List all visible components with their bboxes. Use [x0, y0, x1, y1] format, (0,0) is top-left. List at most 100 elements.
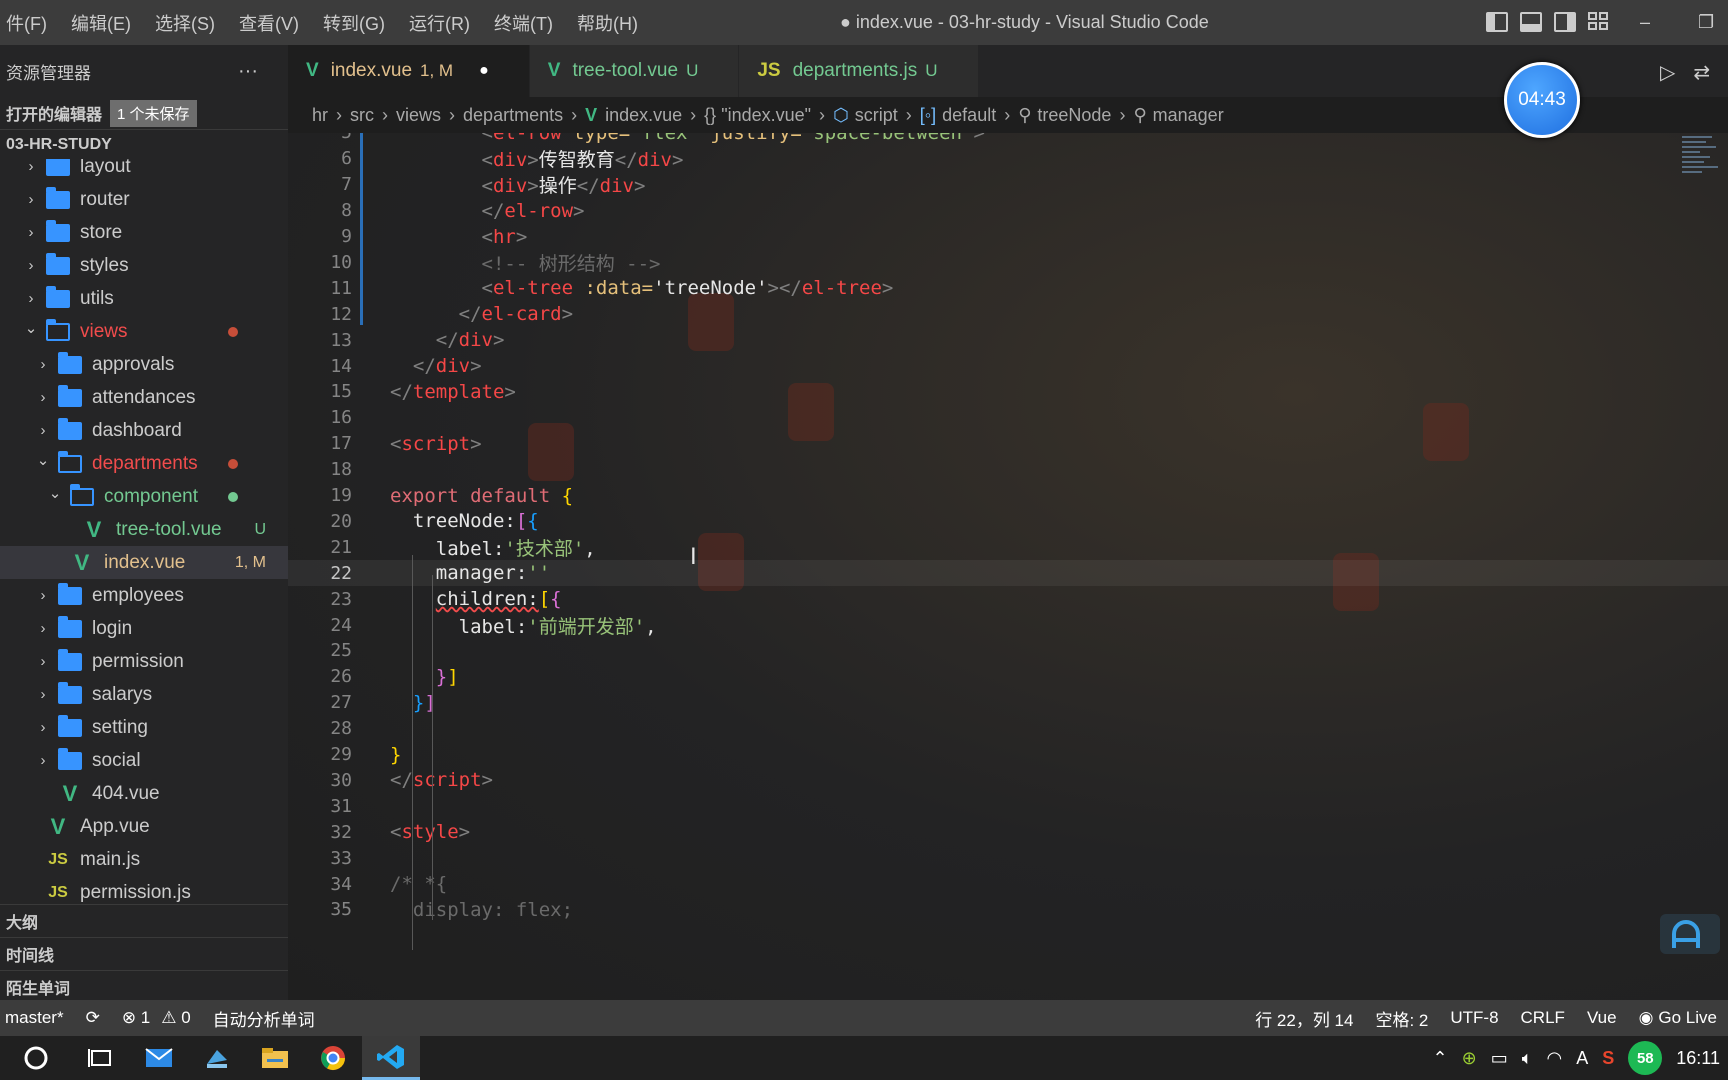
tree-item[interactable]: Vindex.vue 1, M [0, 546, 288, 579]
menu-item[interactable]: 编辑(E) [59, 10, 143, 36]
menu-item[interactable]: 帮助(H) [565, 10, 650, 36]
tree-item[interactable]: › attendances [0, 381, 288, 414]
code-token: , [645, 615, 657, 638]
accessibility-float-icon[interactable] [1660, 910, 1720, 956]
open-editors-section[interactable]: 打开的编辑器 1 个未保存 [0, 97, 288, 129]
battery-icon[interactable]: ▭ [1491, 1048, 1508, 1069]
tree-item[interactable]: › router [0, 183, 288, 216]
app-icon[interactable] [188, 1036, 246, 1080]
cursor-position[interactable]: 行 22，列 14 [1244, 1006, 1364, 1031]
code-editor[interactable]: 5 <el-row type='flex' justify='space-bet… [288, 133, 1728, 1000]
tree-item[interactable]: › dashboard [0, 414, 288, 447]
tree-item[interactable]: › utils [0, 282, 288, 315]
tree-item[interactable]: › permission [0, 645, 288, 678]
editor-tab[interactable]: JS departments.js U [739, 45, 979, 97]
menu-item[interactable]: 查看(V) [227, 10, 311, 36]
tree-item[interactable]: JS main.js [0, 843, 288, 876]
branch-status[interactable]: master* [0, 1008, 75, 1028]
code-line: 20 treeNode:[{ [288, 509, 1728, 535]
editor-tab[interactable]: Vtree-tool.vue U [529, 45, 740, 97]
sync-icon[interactable]: ⟳ [75, 1008, 111, 1028]
chevron-up-icon[interactable]: ⌃ [1433, 1048, 1448, 1069]
tree-item[interactable]: ⌄ views [0, 315, 288, 348]
vocab-section[interactable]: 陌生单词 [0, 970, 288, 1000]
plus-circle-icon[interactable]: ⊕ [1462, 1048, 1477, 1069]
search-circle-icon[interactable] [0, 1036, 72, 1080]
breadcrumb-item[interactable]: [◦] default [920, 105, 996, 126]
clock[interactable]: 16:11 [1676, 1048, 1720, 1069]
vscode-icon[interactable] [362, 1036, 420, 1080]
run-icon[interactable]: ▷ [1660, 60, 1675, 85]
restore-button[interactable]: ❐ [1698, 12, 1714, 33]
tree-item[interactable]: › store [0, 216, 288, 249]
wifi-icon[interactable]: ◠ [1547, 1048, 1563, 1069]
breadcrumb-label: views [396, 104, 442, 125]
ime-indicator[interactable]: A [1576, 1048, 1588, 1069]
menu-item[interactable]: 运行(R) [397, 10, 482, 36]
toggle-panel-icon[interactable] [1520, 12, 1542, 32]
line-ending[interactable]: CRLF [1510, 1008, 1576, 1028]
toggle-primary-sidebar-icon[interactable] [1486, 12, 1508, 32]
toggle-secondary-sidebar-icon[interactable] [1554, 12, 1576, 32]
breadcrumb-item[interactable]: Vindex.vue [585, 105, 682, 126]
tree-item[interactable]: Vtree-tool.vue U [0, 513, 288, 546]
outline-section[interactable]: 大纲 [0, 904, 288, 937]
tree-item[interactable]: › approvals [0, 348, 288, 381]
code-token: </ [458, 303, 482, 326]
customize-layout-icon[interactable] [1588, 12, 1610, 32]
tree-item[interactable]: › salarys [0, 678, 288, 711]
timer-bubble[interactable]: 04:43 [1504, 62, 1580, 138]
tree-item[interactable]: JS permission.js [0, 876, 288, 904]
breadcrumb-item[interactable]: hr [312, 105, 328, 126]
breadcrumb-item[interactable]: ⬡ script [833, 105, 898, 126]
go-live-button[interactable]: ◉ Go Live [1628, 1008, 1728, 1028]
problems-errors[interactable]: ⊗ 1 [111, 1008, 161, 1028]
minimap[interactable] [1682, 133, 1726, 213]
line-number: 32 [330, 821, 352, 843]
code-line: 7 <div>操作</div> [288, 172, 1728, 198]
language-mode[interactable]: Vue [1576, 1008, 1628, 1028]
mail-icon[interactable] [130, 1036, 188, 1080]
timeline-section[interactable]: 时间线 [0, 937, 288, 970]
editor-tab[interactable]: Vindex.vue 1, M ● [288, 45, 530, 97]
tree-item[interactable]: › login [0, 612, 288, 645]
breadcrumb-item[interactable]: ⚲ treeNode [1018, 105, 1111, 126]
menu-item[interactable]: 终端(T) [482, 10, 565, 36]
breadcrumb-item[interactable]: src [350, 105, 374, 126]
tree-item[interactable]: › styles [0, 249, 288, 282]
menu-item[interactable]: 选择(S) [143, 10, 227, 36]
code-token: justify= [699, 133, 802, 144]
breadcrumb-item[interactable]: views [396, 105, 441, 126]
code-text: label:'前端开发部', [390, 612, 657, 639]
project-section[interactable]: 03-HR-STUDY [0, 129, 288, 159]
unsaved-dot-icon[interactable]: ● [479, 62, 489, 80]
folder-icon [46, 285, 70, 308]
tree-item[interactable]: › setting [0, 711, 288, 744]
source-control-icon[interactable]: ⇄ [1693, 60, 1710, 85]
sogou-icon[interactable]: S [1602, 1048, 1614, 1069]
encoding[interactable]: UTF-8 [1439, 1008, 1509, 1028]
folder-icon [58, 648, 82, 671]
tree-item[interactable]: V 404.vue [0, 777, 288, 810]
tree-item[interactable]: ⌄ component [0, 480, 288, 513]
menu-item[interactable]: 件(F) [0, 10, 59, 36]
chrome-icon[interactable] [304, 1036, 362, 1080]
notification-badge[interactable]: 58 [1628, 1041, 1663, 1075]
tree-item[interactable]: › employees [0, 579, 288, 612]
tree-item[interactable]: V App.vue [0, 810, 288, 843]
tree-item[interactable]: › social [0, 744, 288, 777]
menu-item[interactable]: 转到(G) [311, 10, 397, 36]
breadcrumb-item[interactable]: departments [463, 105, 563, 126]
tree-item[interactable]: ⌄ departments [0, 447, 288, 480]
file-explorer-icon[interactable] [246, 1036, 304, 1080]
tree-item[interactable]: › layout [0, 159, 288, 183]
volume-icon[interactable]: 🔈︎ [1522, 1048, 1533, 1069]
more-actions-icon[interactable]: ··· [238, 60, 258, 83]
breadcrumb-item[interactable]: {} "index.vue" [704, 105, 811, 126]
task-view-icon[interactable] [72, 1036, 130, 1080]
indentation[interactable]: 空格: 2 [1364, 1006, 1439, 1031]
breadcrumb-item[interactable]: ⚲ manager [1133, 105, 1223, 126]
minimize-button[interactable]: – [1640, 12, 1650, 33]
problems-warnings[interactable]: ⚠ 0 [161, 1008, 201, 1028]
auto-analyze-words[interactable]: 自动分析单词 [202, 1006, 326, 1031]
